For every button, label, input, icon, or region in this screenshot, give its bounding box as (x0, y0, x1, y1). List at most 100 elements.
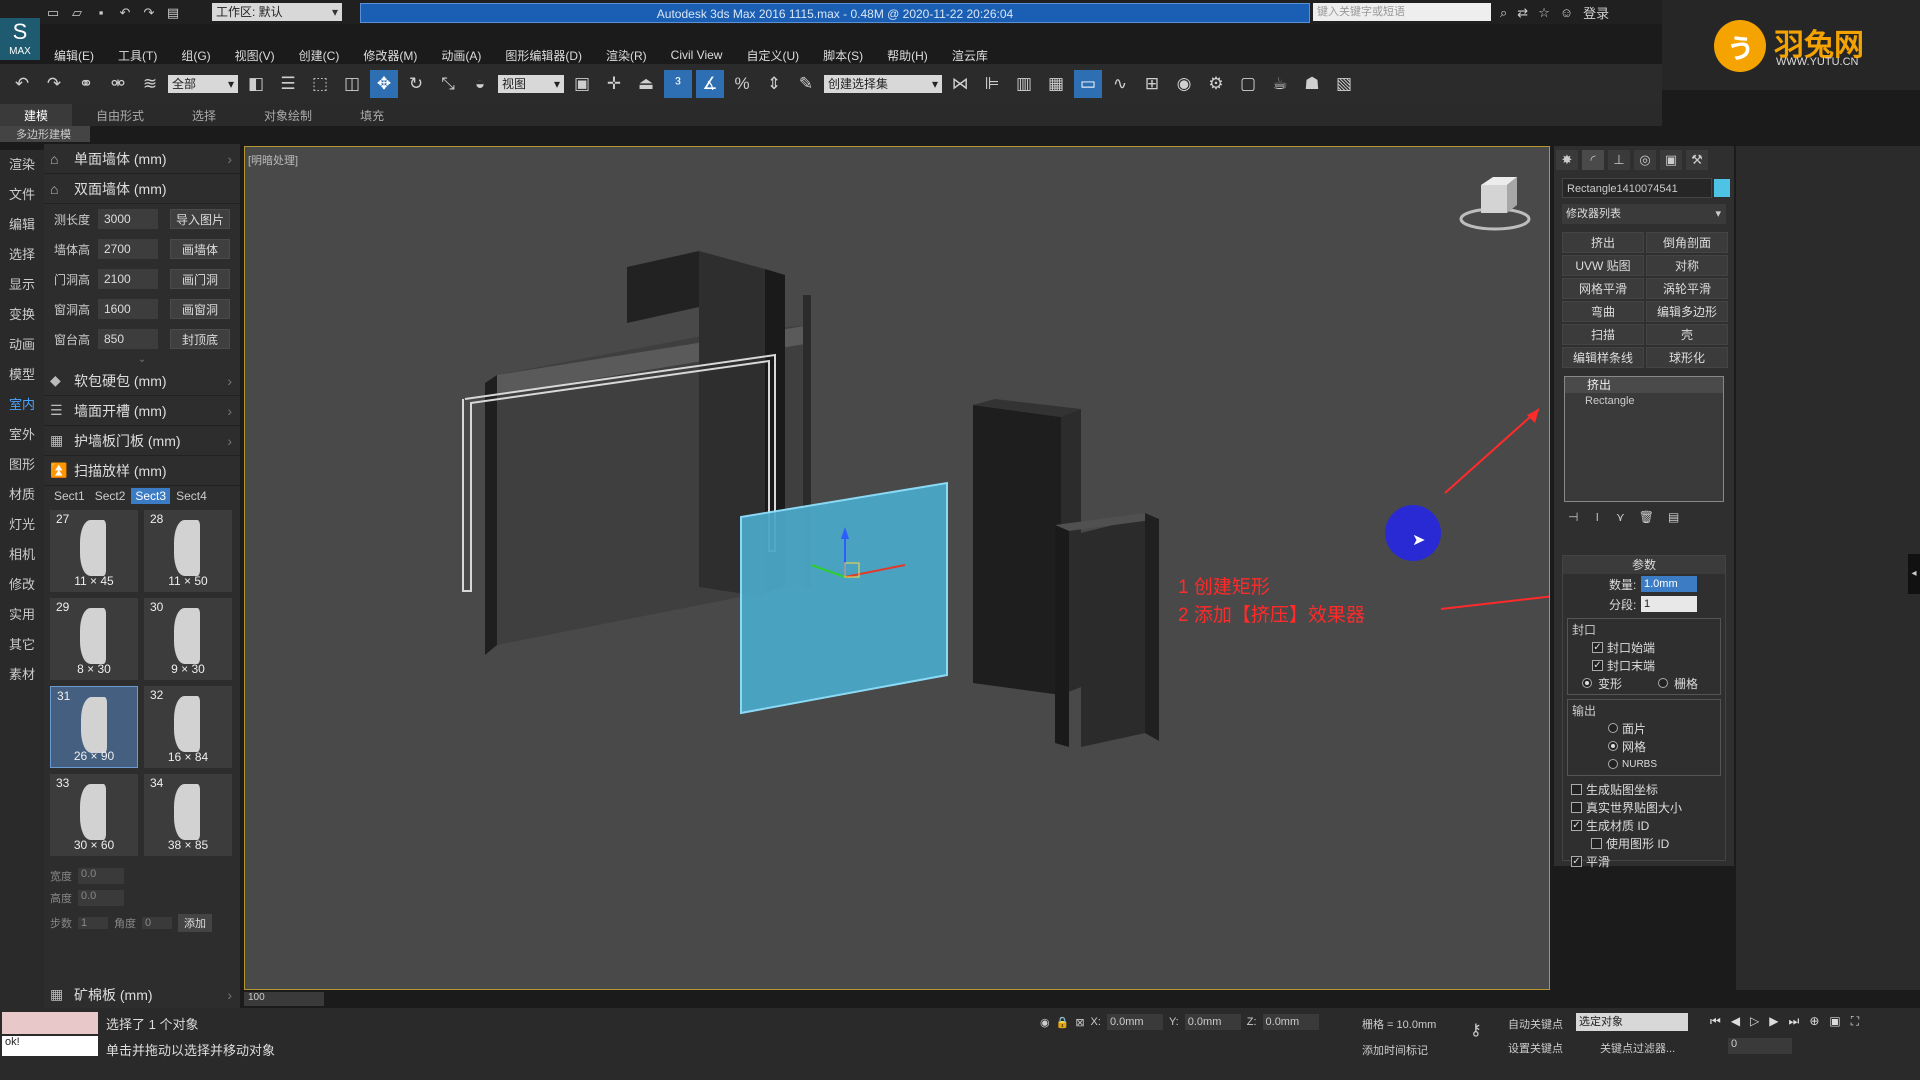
exchange-icon[interactable]: ⇄ (1517, 5, 1528, 21)
rect-selection-icon[interactable]: ⬚ (306, 70, 334, 98)
motion-tab-icon[interactable]: ◎ (1634, 150, 1656, 170)
perspective-viewport[interactable] (244, 146, 1550, 990)
side-menu-item[interactable]: 实用 (0, 600, 44, 630)
modifier-button[interactable]: 挤出 (1562, 232, 1644, 253)
section-mineral-board[interactable]: ▦ 矿棉板 (mm) › (44, 980, 240, 1010)
bind-spacewarp-icon[interactable]: ≋ (136, 70, 164, 98)
menu-item[interactable]: 修改器(M) (351, 47, 429, 64)
sect-tab[interactable]: Sect2 (91, 488, 130, 504)
import-image-button[interactable]: 导入图片 (170, 209, 230, 229)
pivot-center-icon[interactable]: ▣ (568, 70, 596, 98)
section-wall-groove[interactable]: ☰ 墙面开槽 (mm) › (44, 396, 240, 426)
scale-icon[interactable]: ⤡ (434, 70, 462, 98)
select-by-name-icon[interactable]: ☰ (274, 70, 302, 98)
param-input[interactable]: 2700 (98, 239, 158, 259)
side-menu-item[interactable]: 编辑 (0, 210, 44, 240)
side-menu-item[interactable]: 渲染 (0, 150, 44, 180)
side-menu-item[interactable]: 文件 (0, 180, 44, 210)
profile-cell[interactable]: 27 11 × 45 (50, 510, 138, 592)
schematic-view-icon[interactable]: ⊞ (1138, 70, 1166, 98)
y-coord-input[interactable]: 0.0mm (1184, 1014, 1241, 1030)
place-icon[interactable]: ◒ (466, 70, 494, 98)
render-setup-icon[interactable]: ⚙ (1202, 70, 1230, 98)
lock-icon[interactable]: 🔒 (1056, 1016, 1070, 1029)
side-menu-item[interactable]: 动画 (0, 330, 44, 360)
next-frame-icon[interactable]: ▶︎ (1769, 1014, 1778, 1029)
stack-item-extrude[interactable]: 挤出 (1565, 377, 1723, 393)
side-menu-item[interactable]: 材质 (0, 480, 44, 510)
key-icon[interactable]: ⚷ (1470, 1020, 1482, 1040)
ribbon-tab[interactable]: 自由形式 (72, 104, 168, 126)
viewcube-icon[interactable] (1459, 177, 1531, 231)
ribbon-tab[interactable]: 建模 (0, 104, 73, 126)
profile-cell[interactable]: 29 8 × 30 (50, 598, 138, 680)
modify-tab-icon[interactable]: ◜ (1582, 150, 1604, 170)
render-activeshade-icon[interactable]: ▧ (1330, 70, 1358, 98)
percent-snap-icon[interactable]: % (728, 70, 756, 98)
undo-icon[interactable]: ↶ (116, 4, 134, 22)
manipulate-icon[interactable]: ✛ (600, 70, 628, 98)
unlink-icon[interactable]: ⚮ (104, 70, 132, 98)
real-world-map-checkbox[interactable]: 真实世界贴图大小 (1563, 798, 1725, 816)
pin-stack-icon[interactable]: ⊣ (1568, 510, 1578, 525)
utilities-tab-icon[interactable]: ⚒ (1686, 150, 1708, 170)
modifier-button[interactable]: 编辑多边形 (1646, 301, 1728, 322)
profile-cell[interactable]: 30 9 × 30 (144, 598, 232, 680)
current-frame-input[interactable]: 0 (1728, 1038, 1792, 1054)
maxscript-output[interactable]: ok! (2, 1036, 98, 1056)
isolate-icon[interactable]: ◉ (1040, 1016, 1050, 1029)
draw-wall-button[interactable]: 画墙体 (170, 239, 230, 259)
profile-cell[interactable]: 32 16 × 84 (144, 686, 232, 768)
param-input[interactable]: 2100 (98, 269, 158, 289)
save-icon[interactable]: ▪ (92, 4, 110, 22)
show-end-result-icon[interactable]: ⏽ (1592, 510, 1602, 525)
redo-icon[interactable]: ↷ (40, 70, 68, 98)
create-tab-icon[interactable]: ✸ (1556, 150, 1578, 170)
menu-item[interactable]: 自定义(U) (734, 47, 811, 64)
workspace-select[interactable]: 工作区: 默认 (212, 3, 342, 21)
gen-mat-id-checkbox[interactable]: ✓ 生成材质 ID (1563, 816, 1725, 834)
link-icon[interactable]: ⚭ (72, 70, 100, 98)
modifier-button[interactable]: 对称 (1646, 255, 1728, 276)
collapse-arrow-icon[interactable]: ◂ (1908, 554, 1920, 594)
menu-item[interactable]: 图形编辑器(D) (493, 47, 594, 64)
make-unique-icon[interactable]: ⋎ (1616, 510, 1625, 525)
add-button[interactable]: 添加 (178, 914, 212, 932)
profile-cell[interactable]: 28 11 × 50 (144, 510, 232, 592)
profile-cell[interactable]: 34 38 × 85 (144, 774, 232, 856)
prev-frame-icon[interactable]: ◀︎ (1731, 1014, 1740, 1029)
ribbon-tab[interactable]: 填充 (336, 104, 408, 126)
ribbon-tab[interactable]: 选择 (168, 104, 240, 126)
param-input[interactable]: 3000 (98, 209, 158, 229)
menu-item[interactable]: 视图(V) (223, 47, 287, 64)
menu-item[interactable]: 动画(A) (429, 47, 493, 64)
steps-input[interactable]: 1 (78, 917, 108, 929)
zoom-extents-icon[interactable]: ▣ (1829, 1014, 1840, 1029)
layer-manager-icon[interactable]: ▥ (1010, 70, 1038, 98)
spinner-snap-icon[interactable]: ⇕ (760, 70, 788, 98)
stack-item-rectangle[interactable]: Rectangle (1565, 393, 1723, 409)
mesh-radio[interactable]: 网格 (1568, 737, 1720, 755)
go-to-end-icon[interactable]: ⏭ (1789, 1014, 1800, 1029)
object-color-swatch[interactable] (1714, 179, 1730, 197)
align-icon[interactable]: ⊫ (978, 70, 1006, 98)
star-icon[interactable]: ☆ (1538, 5, 1550, 21)
ribbon-toggle-icon[interactable]: ▭ (1074, 70, 1102, 98)
modifier-button[interactable]: 网格平滑 (1562, 278, 1644, 299)
side-menu-item[interactable]: 素材 (0, 660, 44, 690)
gen-map-coords-checkbox[interactable]: 生成贴图坐标 (1563, 780, 1725, 798)
modifier-button[interactable]: 壳 (1646, 324, 1728, 345)
use-shape-id-checkbox[interactable]: 使用图形 ID (1563, 834, 1725, 852)
menu-item[interactable]: 创建(C) (287, 47, 352, 64)
named-selection-set-select[interactable]: 创建选择集 (824, 75, 942, 93)
menu-item[interactable]: 组(G) (169, 47, 222, 64)
height-input[interactable]: 0.0 (78, 890, 124, 906)
profile-cell[interactable]: 33 30 × 60 (50, 774, 138, 856)
side-menu-item[interactable]: 其它 (0, 630, 44, 660)
display-tab-icon[interactable]: ▣ (1660, 150, 1682, 170)
modifier-list-select[interactable]: 修改器列表 (1562, 204, 1726, 224)
viewport-label[interactable]: [明暗处理] (248, 152, 298, 168)
move-icon[interactable]: ✥ (370, 70, 398, 98)
undo-icon[interactable]: ↶ (8, 70, 36, 98)
menu-item[interactable]: Civil View (659, 48, 735, 62)
